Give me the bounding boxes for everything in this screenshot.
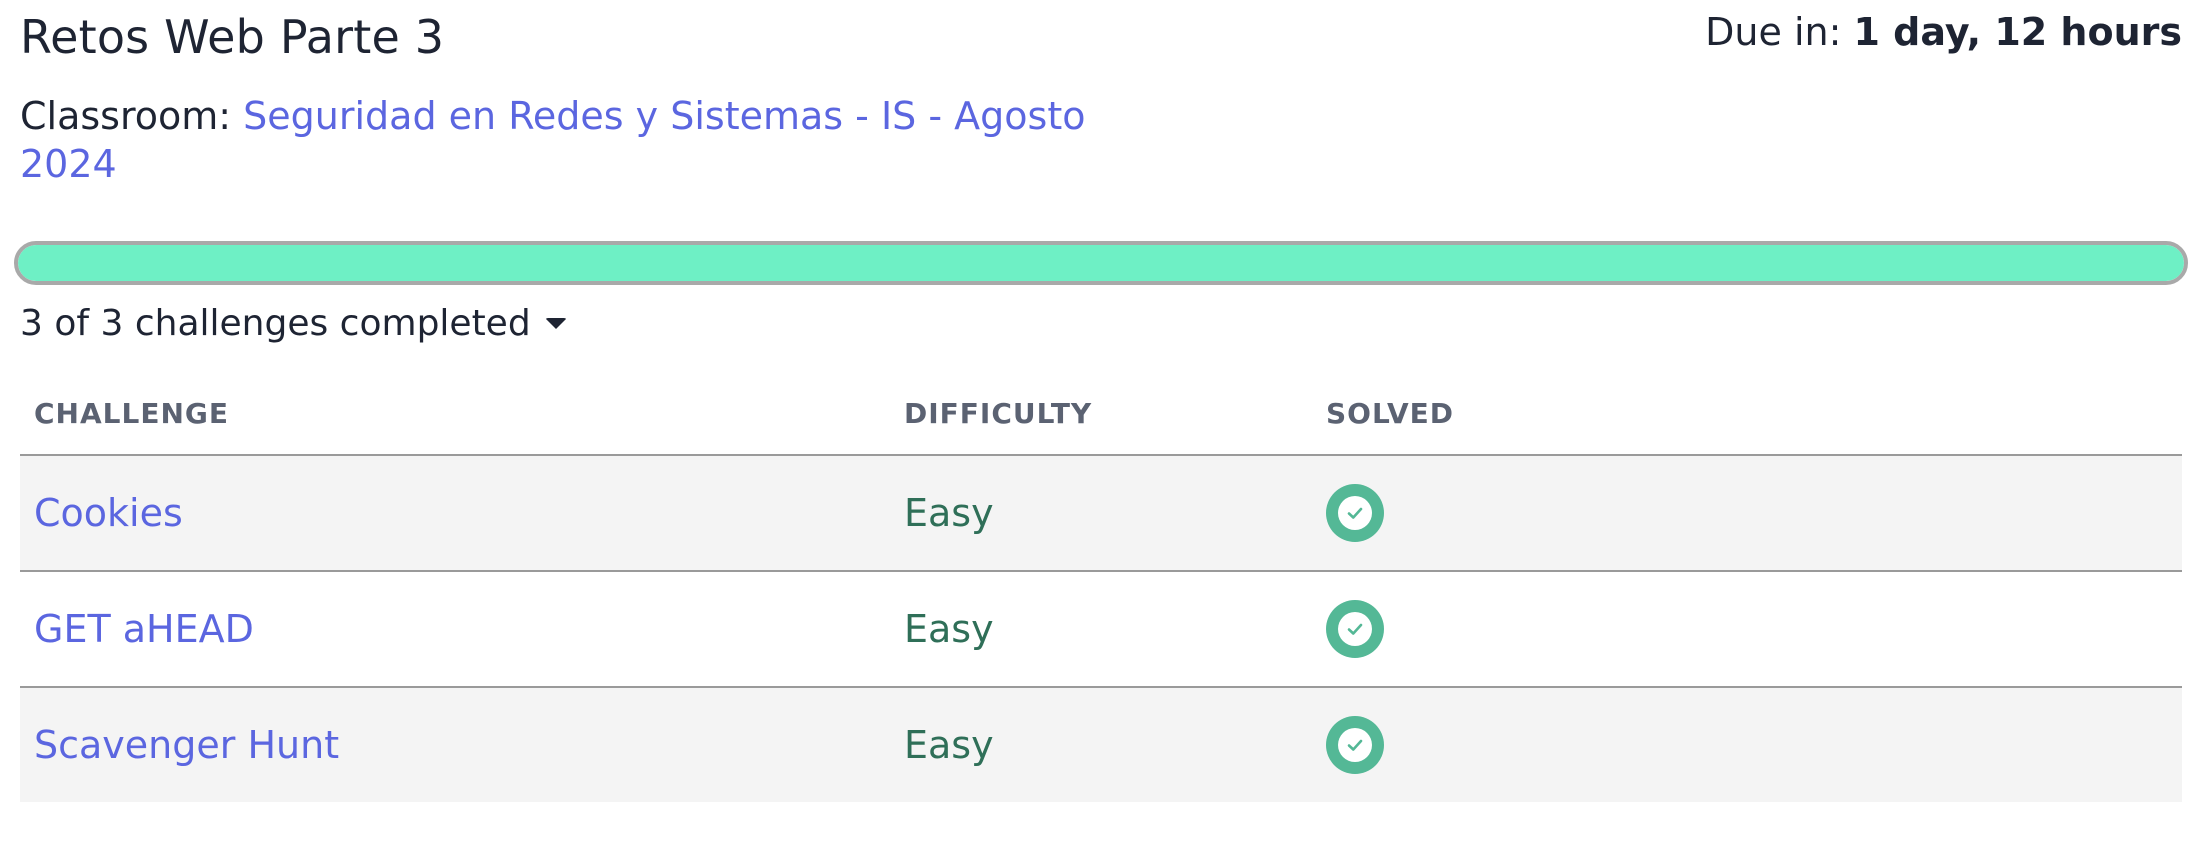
check-circle-icon [1326,716,1384,774]
difficulty-cell: Easy [890,571,1312,688]
caret-down-icon [544,318,567,329]
classroom-info: Classroom: Seguridad en Redes y Sistemas… [20,92,1100,188]
column-header-difficulty: DIFFICULTY [890,372,1312,456]
challenge-cell: Scavenger Hunt [20,687,890,802]
table-header-row: CHALLENGE DIFFICULTY SOLVED [20,372,2182,456]
column-header-solved: SOLVED [1312,372,2182,456]
check-circle-icon [1326,484,1384,542]
column-header-challenge: CHALLENGE [20,372,890,456]
challenge-cell: GET aHEAD [20,571,890,688]
challenge-cell: Cookies [20,455,890,572]
solved-cell [1312,687,2182,802]
table-row: GET aHEAD Easy [20,571,2182,688]
challenges-table: CHALLENGE DIFFICULTY SOLVED Cookies Easy [20,372,2182,802]
progress-bar-fill [18,245,2184,281]
challenge-link[interactable]: Scavenger Hunt [34,723,339,767]
table-row: Scavenger Hunt Easy [20,687,2182,802]
check-circle-icon [1326,600,1384,658]
challenges-summary-toggle[interactable]: 3 of 3 challenges completed [20,303,567,344]
challenge-link[interactable]: Cookies [34,491,183,535]
table-row: Cookies Easy [20,455,2182,572]
challenges-summary-text: 3 of 3 challenges completed [20,303,531,344]
due-label: Due in: [1705,10,1842,54]
solved-cell [1312,571,2182,688]
challenge-link[interactable]: GET aHEAD [34,607,254,651]
classroom-label: Classroom: [20,94,232,138]
solved-cell [1312,455,2182,572]
difficulty-cell: Easy [890,687,1312,802]
page-title: Retos Web Parte 3 [20,10,445,64]
progress-bar [14,241,2188,285]
due-info: Due in: 1 day, 12 hours [1705,10,2182,54]
difficulty-cell: Easy [890,455,1312,572]
due-value: 1 day, 12 hours [1853,10,2182,54]
